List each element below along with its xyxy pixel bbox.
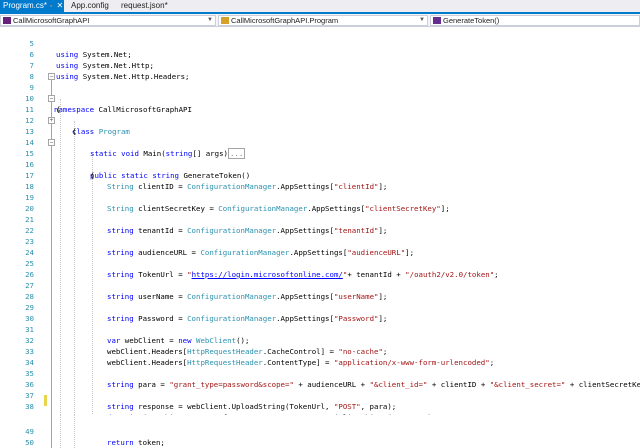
- code-line: 16 {: [0, 148, 640, 180]
- code-line: 5 using System.Net;: [0, 27, 640, 59]
- code-line: 10 {: [0, 82, 640, 114]
- member-dropdown[interactable]: GenerateToken(): [430, 15, 640, 26]
- code-line: 7 using System.Net.Http.Headers;: [0, 49, 640, 81]
- code-line: 27 string userName = ConfigurationManage…: [0, 269, 640, 301]
- code-editor-tail[interactable]: 49 return token; 50 } 51: [0, 415, 640, 448]
- code-line: 15 − public static string GenerateToken(…: [0, 137, 640, 180]
- collapse-icon[interactable]: −: [48, 139, 55, 146]
- pin-icon[interactable]: ▪: [50, 3, 52, 10]
- chevron-down-icon: ▼: [419, 17, 425, 23]
- close-icon[interactable]: ✕: [57, 1, 64, 10]
- code-editor[interactable]: 5 using System.Net; 6 using System.Net.H…: [0, 27, 640, 448]
- code-line: 20: [0, 192, 640, 213]
- code-line: 8: [0, 60, 640, 81]
- code-line: 24: [0, 236, 640, 257]
- code-line: 35 string para = "grant_type=password&sc…: [0, 357, 640, 389]
- class-icon: [221, 17, 229, 24]
- code-line: 12 {: [0, 104, 640, 136]
- code-line: 22: [0, 214, 640, 235]
- tab-label: App.config: [71, 1, 109, 10]
- code-line: 38 dynamic jsonObj = Newtonsoft.Json.Jso…: [0, 390, 640, 422]
- code-line: 25 string TokenUrl = "https://login.micr…: [0, 247, 640, 279]
- csharp-project-icon: [3, 17, 11, 24]
- tab-label: request.json*: [121, 1, 168, 10]
- code-line: 39 string token = jsonObj.access_token;: [0, 401, 640, 433]
- method-icon: [433, 17, 441, 24]
- code-line: 28: [0, 280, 640, 301]
- code-line: 36: [0, 368, 640, 389]
- class-dropdown[interactable]: CallMicrosoftGraphAPI.Program ▼: [218, 15, 428, 26]
- code-line: 6 using System.Net.Http;: [0, 38, 640, 70]
- project-dropdown-label: CallMicrosoftGraphAPI: [13, 16, 90, 25]
- code-line: 34: [0, 346, 640, 367]
- document-tab-strip: Program.cs* ▪ ✕ App.config request.json*: [0, 0, 640, 12]
- code-line: 33 webClient.Headers[HttpRequestHeader.C…: [0, 335, 640, 367]
- collapse-icon[interactable]: −: [48, 95, 55, 102]
- tab-app-config[interactable]: App.config: [68, 0, 118, 12]
- tab-request-json[interactable]: request.json*: [118, 0, 178, 12]
- code-line: 14: [0, 126, 640, 147]
- tab-label: Program.cs*: [3, 1, 48, 10]
- code-line: 51: [0, 437, 640, 448]
- code-line: 49 return token;: [0, 415, 640, 447]
- collapse-icon[interactable]: −: [48, 73, 55, 80]
- code-line: 19 String clientSecretKey = Configuratio…: [0, 181, 640, 213]
- class-dropdown-label: CallMicrosoftGraphAPI.Program: [231, 16, 339, 25]
- code-line: 18: [0, 170, 640, 191]
- code-line: 23 string audienceURL = ConfigurationMan…: [0, 225, 640, 257]
- code-line: 29 string Password = ConfigurationManage…: [0, 291, 640, 323]
- code-line: 50 }: [0, 426, 640, 447]
- navigation-bar: CallMicrosoftGraphAPI ▼ CallMicrosoftGra…: [0, 14, 640, 27]
- code-line: 11 − class Program: [0, 93, 640, 136]
- code-line: 9 − namespace CallMicrosoftGraphAPI: [0, 71, 640, 114]
- code-line: 31 var webClient = new WebClient();: [0, 313, 640, 345]
- expand-icon[interactable]: +: [48, 117, 55, 124]
- tab-program-cs[interactable]: Program.cs* ▪ ✕: [0, 0, 64, 12]
- project-dropdown[interactable]: CallMicrosoftGraphAPI ▼: [0, 15, 216, 26]
- code-line: 30: [0, 302, 640, 323]
- code-line: 26: [0, 258, 640, 279]
- member-dropdown-label: GenerateToken(): [443, 16, 500, 25]
- code-line: 13 + static void Main(string[] args)...: [0, 115, 640, 159]
- chevron-down-icon: ▼: [207, 17, 213, 23]
- code-line: 32 webClient.Headers[HttpRequestHeader.C…: [0, 324, 640, 356]
- code-line: 37 string response = webClient.UploadStr…: [0, 379, 640, 411]
- code-line: 17 String clientID = ConfigurationManage…: [0, 159, 640, 191]
- code-line: 21 string tenantId = ConfigurationManage…: [0, 203, 640, 235]
